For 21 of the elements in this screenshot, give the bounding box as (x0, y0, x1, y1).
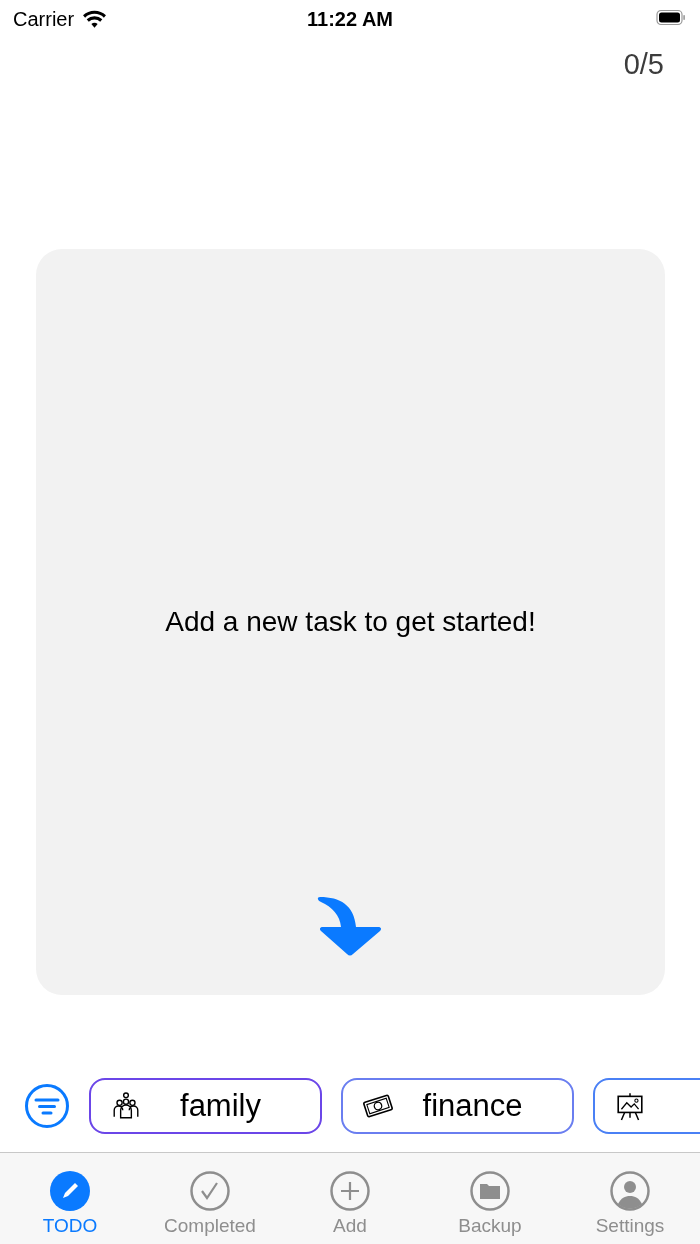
task-counter: 0/5 (623, 48, 664, 82)
tab-item[interactable]: Settings (570, 1171, 690, 1237)
wifi-icon (82, 9, 108, 29)
category-chip[interactable]: finance (341, 1078, 574, 1134)
family-icon (111, 1091, 141, 1121)
tab-item[interactable]: Completed (150, 1171, 270, 1237)
empty-message: Add a new task to get started! (165, 606, 536, 638)
pencil-icon (50, 1171, 90, 1211)
tab-item[interactable]: Add (290, 1171, 410, 1237)
filter-button[interactable] (24, 1083, 70, 1129)
carrier-name: Carrier (13, 7, 75, 31)
plus-icon (330, 1171, 370, 1211)
person-icon (610, 1171, 650, 1211)
status-time: 11:22 AM (306, 7, 394, 31)
category-chip[interactable]: family (89, 1078, 322, 1134)
tab-item[interactable]: Backup (430, 1171, 550, 1237)
folder-icon (470, 1171, 510, 1211)
checkmark-icon (190, 1171, 230, 1211)
battery-icon (656, 8, 686, 26)
tab-item[interactable]: TODO (10, 1171, 130, 1237)
easel-icon (615, 1091, 645, 1121)
